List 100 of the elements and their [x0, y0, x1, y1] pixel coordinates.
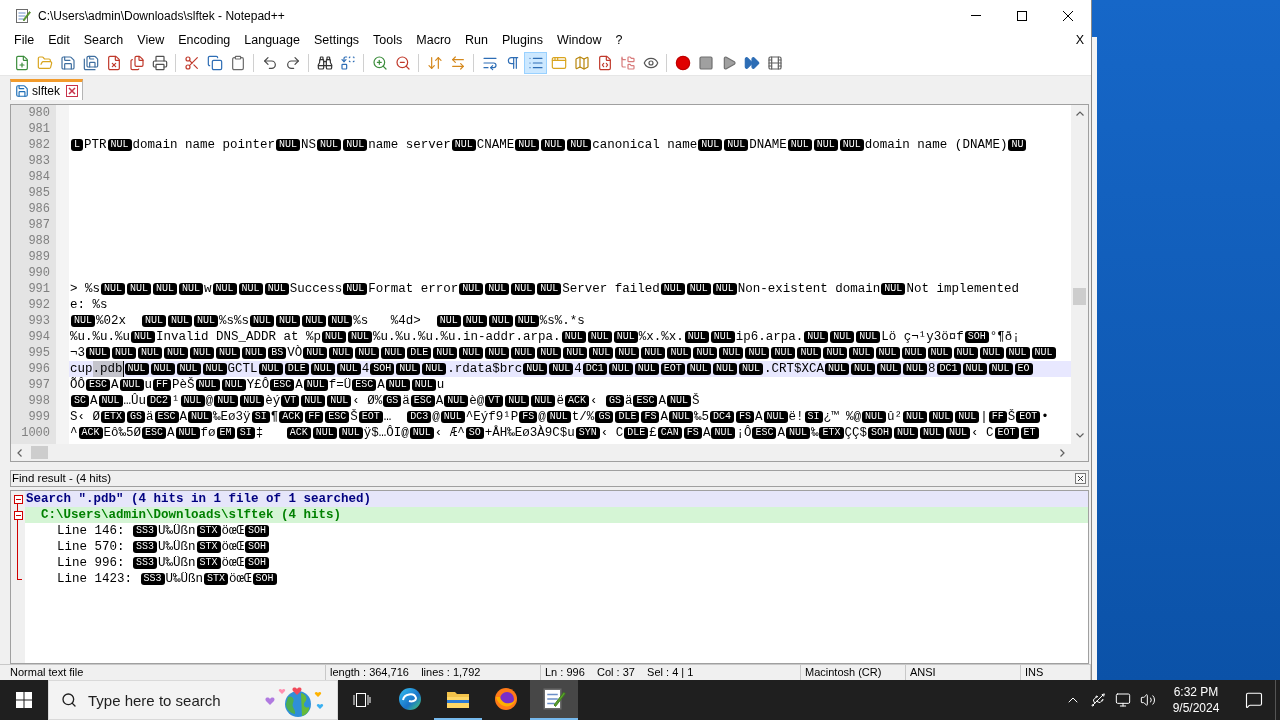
line-number: 985 — [28, 185, 50, 201]
close-icon — [1074, 473, 1086, 484]
left-right-arrows-icon — [449, 54, 466, 71]
line-number: 996 — [28, 361, 50, 377]
close-panel-button[interactable] — [1074, 472, 1086, 485]
scroll-down-icon — [1075, 433, 1084, 438]
menu-item[interactable]: Tools — [366, 32, 410, 49]
panel-title: Find result - (4 hits) — [11, 471, 112, 486]
code-line: > %s NUL NUL NUL NUL w NUL NUL NUL Success NUL Format error NUL NUL NUL NUL Server failed NUL NUL NUL Non-existent domain NUL Not implemented — [70, 281, 1019, 297]
start-icon — [16, 692, 32, 708]
indent-guide-button[interactable] — [524, 51, 547, 74]
menu-item[interactable]: File — [7, 32, 42, 49]
map-icon — [573, 54, 590, 71]
code-file-icon — [596, 54, 613, 71]
record-icon — [674, 54, 691, 71]
fox-logo-icon — [494, 687, 518, 711]
code-line: ¬3 NUL NUL NUL NUL NUL NUL NUL BS VÒ NUL NUL NUL NUL DLE NUL NUL NUL NUL NUL NUL NUL NUL NUL NUL NUL NUL NUL NUL NUL NUL NUL NUL NUL NUL NUL NUL NUL NUL — [70, 345, 1057, 361]
zoom-in-icon — [371, 54, 388, 71]
menu-item[interactable]: ? — [608, 32, 630, 49]
line-number: 983 — [28, 153, 50, 169]
line-number: 986 — [28, 201, 50, 217]
menu-item[interactable]: Language — [237, 32, 307, 49]
search-hit-line[interactable]: Line 1423: SS3 U‰Üßn STX öœŒ SOH — [57, 571, 278, 587]
open-folder-icon — [36, 54, 53, 71]
menu-item[interactable]: View — [130, 32, 172, 49]
close-document-button[interactable]: X — [1075, 32, 1084, 49]
notification-icon — [1244, 691, 1263, 709]
code-line: NUL %02x NUL NUL NUL %s%s NUL NUL NUL NUL %s %4d> NUL NUL NUL NUL %s%.*s — [70, 313, 585, 329]
clock-button[interactable]: 6:32 PM 9/5/2024 — [1160, 680, 1232, 720]
new-file-icon — [13, 54, 30, 71]
window-title: C:\Users\admin\Downloads\slftek - Notepad++ — [38, 7, 285, 25]
line-number: 981 — [28, 121, 50, 137]
volume-icon — [1139, 692, 1156, 708]
search-hit-line[interactable]: Line 146: SS3 U‰Üßn STX öœŒ SOH — [57, 523, 271, 539]
line-number: 991 — [28, 281, 50, 297]
line-number: 988 — [28, 233, 50, 249]
line-number: 993 — [28, 313, 50, 329]
usb-icon — [1089, 692, 1106, 708]
menu-item[interactable]: Encoding — [171, 32, 238, 49]
line-number: 999 — [28, 409, 50, 425]
task-view-icon — [353, 692, 371, 708]
undo-icon — [261, 54, 278, 71]
line-number: 994 — [28, 329, 50, 345]
code-line: ÕÔ ESC A NUL u FF PèŠ NUL NUL Y£Ô ESC A NUL f=Ü ESC A NUL NUL u — [70, 377, 445, 393]
scroll-right-icon — [1060, 448, 1065, 457]
scroll-left-icon — [17, 448, 22, 457]
horizontal-scrollbar[interactable] — [11, 444, 1071, 461]
vertical-scrollbar[interactable] — [1071, 105, 1088, 444]
stop-icon — [697, 54, 714, 71]
save-icon — [59, 54, 76, 71]
scissors-icon — [183, 54, 200, 71]
copy-icon — [206, 54, 223, 71]
menu-item[interactable]: Plugins — [494, 32, 550, 49]
save-all-icon — [82, 54, 99, 71]
line-number: 1000 — [21, 425, 50, 441]
code-line: %u.%u.%u NUL Invalid DNS_ADDR at %p NUL NUL %u.%u.%u.%u.in-addr.arpa. NUL NUL NUL %x.%x. NUL NUL ip6.arpa. NUL NUL NUL Lö ç¬¹y3ö¤f SOH °¶ð¡ — [70, 329, 1020, 345]
taskbar-app-button[interactable] — [530, 680, 578, 720]
code-line: SC A NUL …Ûu DC2 ¹ NUL @ NUL NUL èý VT NUL NUL ‹ Ø% GS ä ESC A NUL è@ VT NUL NUL ë ACK ‹ GS ä ESC A NUL Š — [70, 393, 700, 409]
maximize-icon — [1017, 10, 1027, 21]
notepad-pen-icon — [542, 687, 566, 711]
scroll-thumb[interactable] — [31, 446, 48, 459]
menu-item[interactable]: Run — [458, 32, 495, 49]
line-number: 995 — [28, 345, 50, 361]
menu-item[interactable]: Macro — [409, 32, 459, 49]
line-number: 984 — [28, 169, 50, 185]
line-number: 997 — [28, 377, 50, 393]
clipboard-icon — [229, 54, 246, 71]
menu-item[interactable]: Window — [549, 32, 609, 49]
menu-item[interactable]: Settings — [306, 32, 367, 49]
code-line: S‹ Ø ETX GS ä ESC A NUL ‰Eø3ÿ SI ¶ ACK FF ESC Š EOT … DC3 @ NUL ^Eýf9¹P FS @ NUL t/% GS DLE FS A NUL ‰5 DC4 FS A NUL ë! SI ¿™ %@ NUL û² NUL NUL NUL | FF Š EOT • — [70, 409, 1049, 425]
menu-item[interactable]: Edit — [41, 32, 77, 49]
close-icon — [66, 85, 78, 97]
line-number: 982 — [28, 137, 50, 153]
swirl-logo-icon — [398, 687, 422, 711]
notepad-pen-icon — [15, 7, 31, 24]
code-line: cup.pdb NUL NUL NUL NUL GCTL NUL DLE NUL NUL 4 SOH NUL NUL .rdata$brc NUL NUL 4 DC1 NUL NUL EOT NUL NUL NUL .CRT$XCA NUL NUL NUL NUL 8 DC1 NUL NUL EO — [70, 361, 1034, 377]
search-hit-line[interactable]: Line 570: SS3 U‰Üßn STX öœŒ SOH — [57, 539, 271, 555]
code-line: L PTR NUL domain name pointer NUL NS NUL NUL name server NUL CNAME NUL NUL NUL canonical name NUL NUL DNAME NUL NUL NUL domain name (DNAME) NU — [70, 137, 1028, 153]
scroll-thumb[interactable] — [1073, 288, 1086, 305]
minimize-icon — [971, 15, 981, 16]
fold-toggle-icon[interactable] — [13, 494, 23, 504]
printer-icon — [151, 54, 168, 71]
menu-item[interactable]: Search — [76, 32, 131, 49]
search-icon — [61, 692, 77, 708]
file-tab[interactable]: slftek — [10, 79, 83, 100]
fast-forward-icon — [743, 54, 760, 71]
search-field[interactable]: Type here to search — [48, 680, 338, 720]
binoculars-icon — [316, 54, 333, 71]
line-number: 992 — [28, 297, 50, 313]
line-number: 990 — [28, 265, 50, 281]
film-icon — [766, 54, 783, 71]
fold-toggle-icon[interactable] — [13, 510, 23, 520]
redo-icon — [284, 54, 301, 71]
window-panel-icon — [550, 54, 567, 71]
line-number: 980 — [28, 105, 50, 121]
scroll-up-icon — [1075, 111, 1084, 116]
up-down-arrows-icon — [426, 54, 443, 71]
search-hit-line[interactable]: Line 996: SS3 U‰Üßn STX öœŒ SOH — [57, 555, 271, 571]
monitor-icon — [1114, 692, 1131, 708]
folder-tree-icon — [619, 54, 636, 71]
